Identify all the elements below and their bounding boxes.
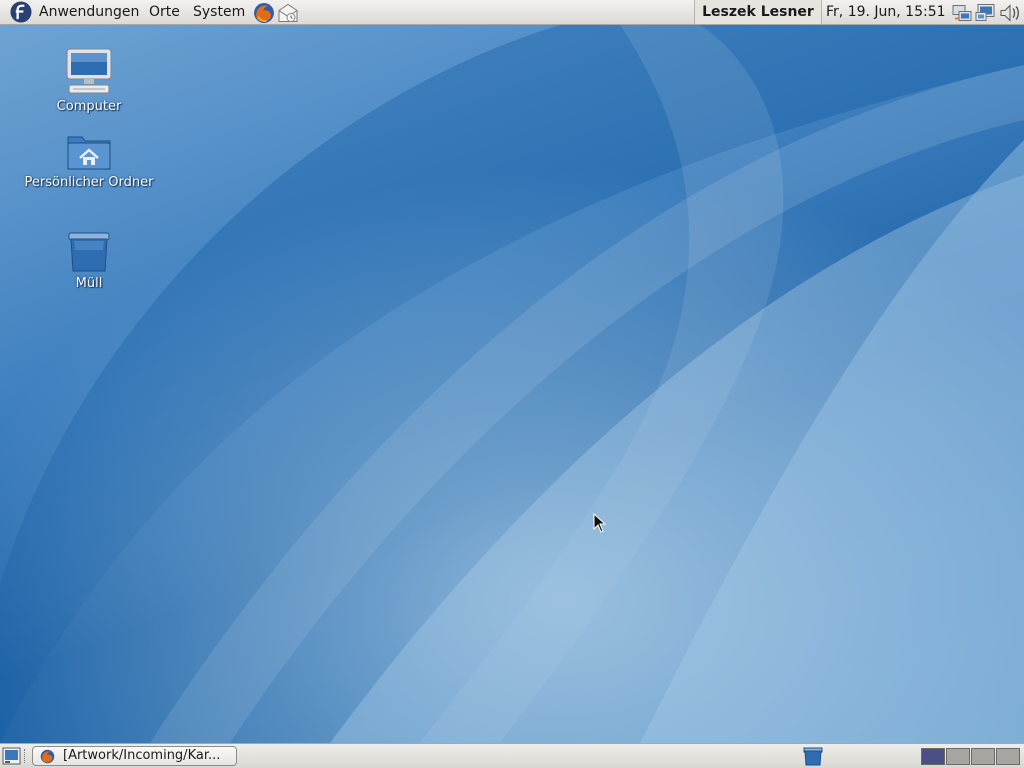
bottom-panel: [Artwork/Incoming/Kar...: [0, 743, 1024, 768]
taskbar-window-label: [Artwork/Incoming/Kar...: [63, 748, 221, 763]
desktop-icon-label: Persönlicher Ordner: [24, 175, 154, 190]
firefox-icon: [40, 749, 55, 764]
clock[interactable]: Fr, 19. Jun, 15:51: [826, 0, 946, 24]
taskbar-window-button[interactable]: [Artwork/Incoming/Kar...: [32, 746, 237, 766]
desktop-background[interactable]: Computer Persönlicher Ordner Müll: [0, 25, 1024, 743]
trash-icon: [68, 232, 110, 272]
firefox-icon[interactable]: [253, 2, 275, 24]
workspace-4[interactable]: [996, 748, 1020, 765]
menu-applications[interactable]: Anwendungen: [36, 0, 142, 24]
mail-icon[interactable]: [277, 2, 299, 24]
desktop-icon-trash[interactable]: Müll: [19, 230, 159, 291]
mouse-pointer-icon: [593, 513, 607, 533]
network-icon[interactable]: [951, 2, 973, 24]
panel-handle[interactable]: [24, 749, 28, 763]
menu-places[interactable]: Orte: [146, 0, 183, 24]
fedora-logo-icon[interactable]: [10, 1, 32, 23]
workspace-1[interactable]: [921, 748, 945, 765]
volume-icon[interactable]: [999, 2, 1021, 24]
workspace-2[interactable]: [946, 748, 970, 765]
desktop-icon-home-folder[interactable]: Persönlicher Ordner: [19, 131, 159, 190]
workspace-3[interactable]: [971, 748, 995, 765]
computer-icon: [66, 48, 112, 94]
home-folder-icon: [67, 136, 111, 170]
show-desktop-icon[interactable]: [2, 747, 21, 765]
display-icon[interactable]: [975, 2, 997, 24]
desktop-icon-computer[interactable]: Computer: [19, 47, 159, 114]
desktop-icon-label: Computer: [56, 99, 122, 114]
user-name-switcher[interactable]: Leszek Lesner: [694, 0, 822, 24]
trash-icon[interactable]: [803, 747, 823, 766]
desktop-icon-label: Müll: [75, 276, 103, 291]
menu-system[interactable]: System: [190, 0, 248, 24]
top-panel: Anwendungen Orte System Leszek Lesner Fr…: [0, 0, 1024, 25]
